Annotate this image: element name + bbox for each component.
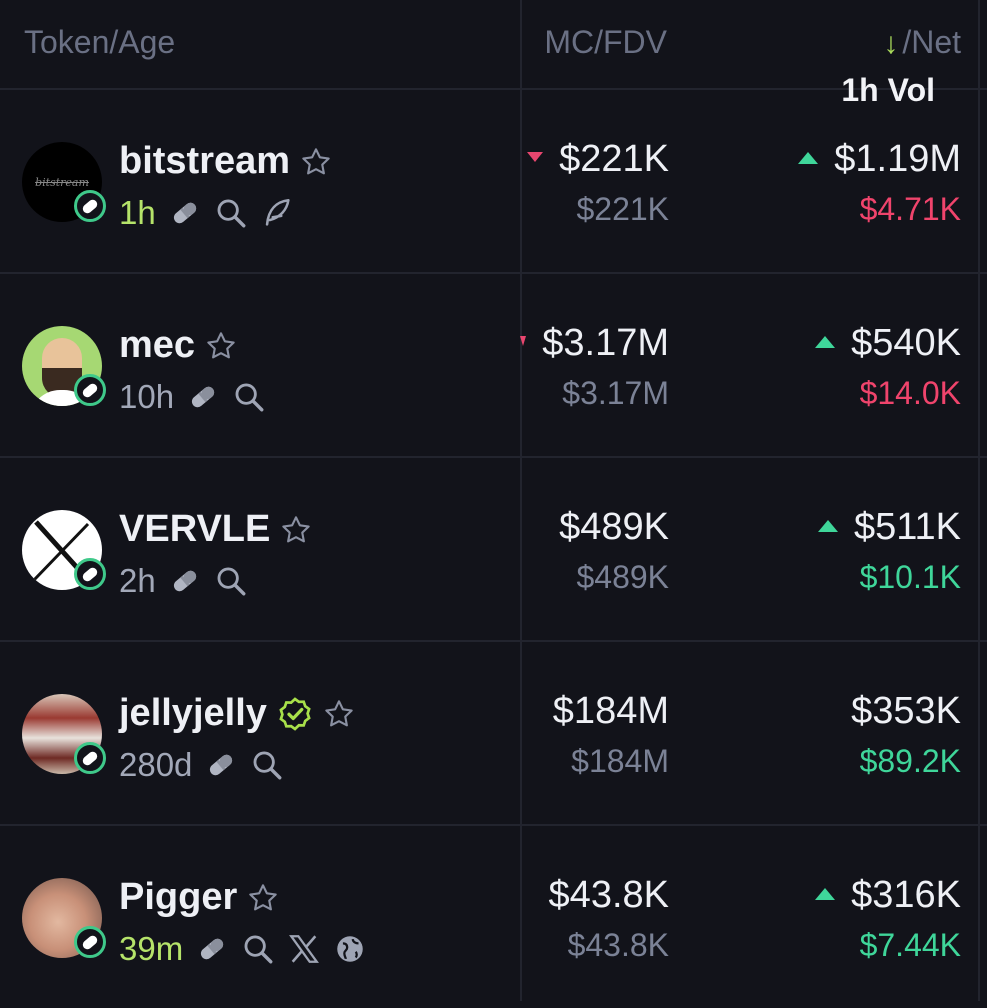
pill-badge-icon xyxy=(74,190,106,222)
search-icon[interactable] xyxy=(232,380,266,414)
market-cap-value: $489K xyxy=(559,506,669,548)
fdv-value: $489K xyxy=(576,559,669,595)
token-name[interactable]: jellyjelly xyxy=(119,692,267,735)
net-value: $10.1K xyxy=(859,559,961,595)
pill-icon[interactable] xyxy=(195,932,229,966)
pill-icon[interactable] xyxy=(204,748,238,782)
net-value: $7.44K xyxy=(859,927,961,963)
pill-badge-icon xyxy=(74,558,106,590)
volume: $540K xyxy=(815,322,961,365)
volume: $1.19M xyxy=(798,138,961,181)
pill-badge-icon xyxy=(74,374,106,406)
market-cap-value: $221K xyxy=(559,138,669,180)
table-header: Token/Age MC/FDV ↓ 1h Vol/Net xyxy=(0,0,987,108)
header-token-age[interactable]: Token/Age xyxy=(24,24,175,61)
volume: $511K xyxy=(817,506,961,549)
avatar-logo-text: bitstream xyxy=(35,175,89,189)
up-triangle-icon xyxy=(815,336,836,348)
token-age: 1h xyxy=(119,194,156,231)
star-icon[interactable] xyxy=(300,146,332,178)
star-icon[interactable] xyxy=(323,698,355,730)
pill-badge-icon xyxy=(74,926,106,958)
volume-value: $353K xyxy=(851,690,961,732)
star-icon[interactable] xyxy=(280,514,312,546)
token-row-jellyjelly[interactable]: jellyjelly 280d $184M $184M $353K $89.2K xyxy=(0,642,987,826)
market-cap-value: $184M xyxy=(552,690,669,732)
market-cap: $221K xyxy=(527,138,669,181)
search-icon[interactable] xyxy=(214,564,248,598)
globe-icon[interactable] xyxy=(333,932,367,966)
volume-value: $540K xyxy=(851,322,961,364)
token-avatar xyxy=(22,878,106,958)
header-volume-net[interactable]: ↓ 1h Vol/Net xyxy=(841,24,961,108)
feather-icon[interactable] xyxy=(260,196,294,230)
volume-value: $511K xyxy=(853,506,961,548)
token-avatar xyxy=(22,694,106,774)
pill-icon[interactable] xyxy=(186,380,220,414)
search-icon[interactable] xyxy=(241,932,275,966)
net-value: $4.71K xyxy=(859,191,961,227)
token-age: 39m xyxy=(119,930,184,967)
verified-badge-icon xyxy=(279,696,311,731)
volume-value: $316K xyxy=(851,874,961,916)
token-name[interactable]: Pigger xyxy=(119,876,237,919)
token-avatar xyxy=(22,326,106,406)
star-icon[interactable] xyxy=(205,330,237,362)
token-name[interactable]: bitstream xyxy=(119,140,290,183)
token-row-vervle[interactable]: VERVLE 2h $489K $489K $511K $10.1K xyxy=(0,458,987,642)
header-net-label: /Net xyxy=(902,24,961,60)
fdv-value: $184M xyxy=(571,743,669,779)
volume-value: $1.19M xyxy=(834,138,961,180)
market-cap-value: $3.17M xyxy=(542,322,669,364)
up-triangle-icon xyxy=(817,520,838,532)
search-icon[interactable] xyxy=(214,196,248,230)
token-age: 280d xyxy=(119,746,193,783)
market-cap: $3.17M xyxy=(520,322,669,365)
token-row-bitstream[interactable]: bitstream bitstream 1h $221K $221K $1.19… xyxy=(0,90,987,274)
down-triangle-icon xyxy=(520,336,527,346)
market-cap-value: $43.8K xyxy=(548,874,669,916)
volume: $316K xyxy=(815,874,961,917)
header-mc-fdv[interactable]: MC/FDV xyxy=(544,24,667,61)
fdv-value: $43.8K xyxy=(567,927,669,963)
net-value: $14.0K xyxy=(859,375,961,411)
token-row-pigger[interactable]: Pigger 39m $43.8K $43.8K $316K $7.44K xyxy=(0,826,987,1008)
token-row-mec[interactable]: mec 10h $3.17M $3.17M $540K $14.0K xyxy=(0,274,987,458)
net-value: $89.2K xyxy=(859,743,961,779)
token-age: 10h xyxy=(119,378,175,415)
down-triangle-icon xyxy=(527,152,544,162)
token-name[interactable]: VERVLE xyxy=(119,508,270,551)
up-triangle-icon xyxy=(798,152,819,164)
star-icon[interactable] xyxy=(247,882,279,914)
up-triangle-icon xyxy=(815,888,836,900)
x-icon[interactable] xyxy=(287,932,321,966)
fdv-value: $3.17M xyxy=(562,375,669,411)
pill-badge-icon xyxy=(74,742,106,774)
token-age: 2h xyxy=(119,562,156,599)
token-name[interactable]: mec xyxy=(119,324,195,367)
token-avatar xyxy=(22,510,106,590)
token-avatar: bitstream xyxy=(22,142,106,222)
sort-arrow-icon: ↓ xyxy=(883,27,899,60)
pill-icon[interactable] xyxy=(168,564,202,598)
fdv-value: $221K xyxy=(576,191,669,227)
search-icon[interactable] xyxy=(250,748,284,782)
pill-icon[interactable] xyxy=(168,196,202,230)
